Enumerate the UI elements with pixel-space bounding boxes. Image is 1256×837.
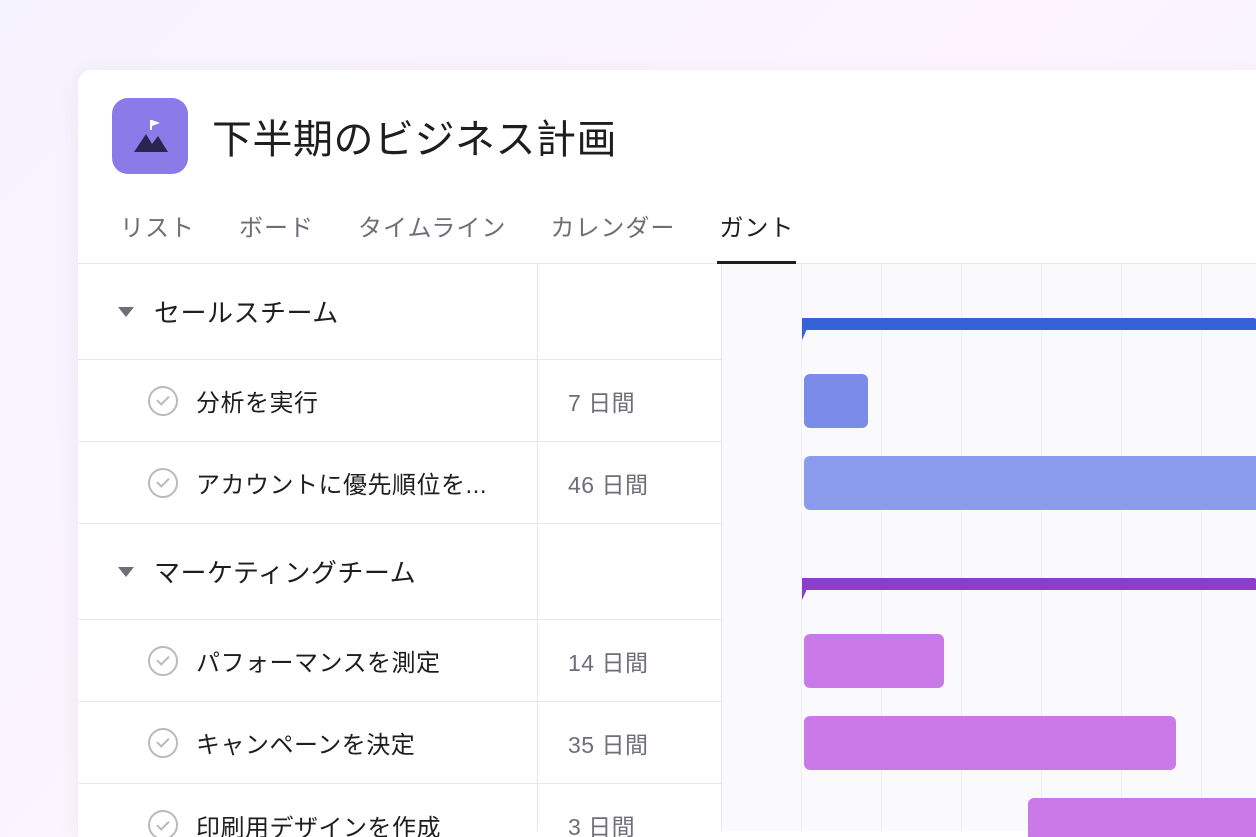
project-icon (112, 98, 188, 174)
gantt-bar[interactable] (804, 716, 1176, 770)
duration-cell: 35 日間 (538, 702, 721, 784)
tab-timeline[interactable]: タイムライン (356, 198, 508, 263)
gantt-task-row (722, 442, 1256, 524)
task-row[interactable]: アカウントに優先順位を... (78, 442, 537, 524)
view-tabs: リスト ボード タイムライン カレンダー ガント (78, 192, 1256, 264)
gantt-chart-area[interactable] (722, 264, 1256, 831)
gantt-task-row (722, 360, 1256, 442)
check-circle-icon[interactable] (148, 646, 178, 676)
gantt-summary-row (722, 264, 1256, 360)
gantt-grid: セールスチーム 分析を実行 アカウントに優先順位を... マーケティングチーム … (78, 264, 1256, 831)
tab-gantt[interactable]: ガント (717, 198, 796, 264)
project-window: 下半期のビジネス計画 リスト ボード タイムライン カレンダー ガント セールス… (78, 70, 1256, 837)
check-circle-icon[interactable] (148, 728, 178, 758)
task-name: 分析を実行 (196, 383, 319, 418)
task-name-column: セールスチーム 分析を実行 アカウントに優先順位を... マーケティングチーム … (78, 264, 538, 831)
tab-board[interactable]: ボード (237, 198, 316, 263)
gantt-bar[interactable] (804, 456, 1256, 510)
mountain-flag-icon (128, 114, 172, 158)
duration-cell: 46 日間 (538, 442, 721, 524)
check-circle-icon[interactable] (148, 810, 178, 837)
check-circle-icon[interactable] (148, 468, 178, 498)
summary-bar-sales[interactable] (802, 318, 1256, 330)
chevron-down-icon (118, 567, 134, 577)
gantt-bar[interactable] (804, 374, 868, 428)
task-row[interactable]: 印刷用デザインを作成 (78, 784, 537, 837)
gantt-summary-row (722, 524, 1256, 620)
gantt-bar[interactable] (804, 634, 944, 688)
task-name: アカウントに優先順位を... (196, 465, 487, 500)
task-name: キャンペーンを決定 (196, 725, 415, 760)
task-name: 印刷用デザインを作成 (196, 808, 441, 837)
gantt-task-row (722, 784, 1256, 837)
group-label: セールスチーム (154, 293, 339, 330)
group-header-sales[interactable]: セールスチーム (78, 264, 537, 360)
task-row[interactable]: キャンペーンを決定 (78, 702, 537, 784)
group-label: マーケティングチーム (154, 553, 416, 590)
duration-cell: 3 日間 (538, 784, 721, 837)
task-row[interactable]: 分析を実行 (78, 360, 537, 442)
duration-cell: 7 日間 (538, 360, 721, 442)
tab-calendar[interactable]: カレンダー (548, 198, 677, 263)
gantt-task-row (722, 620, 1256, 702)
gantt-task-row (722, 702, 1256, 784)
task-row[interactable]: パフォーマンスを測定 (78, 620, 537, 702)
tab-list[interactable]: リスト (118, 198, 197, 263)
duration-cell-empty (538, 264, 721, 360)
project-title: 下半期のビジネス計画 (212, 107, 617, 165)
summary-bar-marketing[interactable] (802, 578, 1256, 590)
duration-column: 7 日間 46 日間 14 日間 35 日間 3 日間 (538, 264, 722, 831)
group-header-marketing[interactable]: マーケティングチーム (78, 524, 537, 620)
task-name: パフォーマンスを測定 (196, 643, 441, 678)
duration-cell: 14 日間 (538, 620, 721, 702)
check-circle-icon[interactable] (148, 386, 178, 416)
duration-cell-empty (538, 524, 721, 620)
gantt-bar[interactable] (1028, 798, 1256, 837)
project-header: 下半期のビジネス計画 (78, 70, 1256, 192)
chevron-down-icon (118, 307, 134, 317)
